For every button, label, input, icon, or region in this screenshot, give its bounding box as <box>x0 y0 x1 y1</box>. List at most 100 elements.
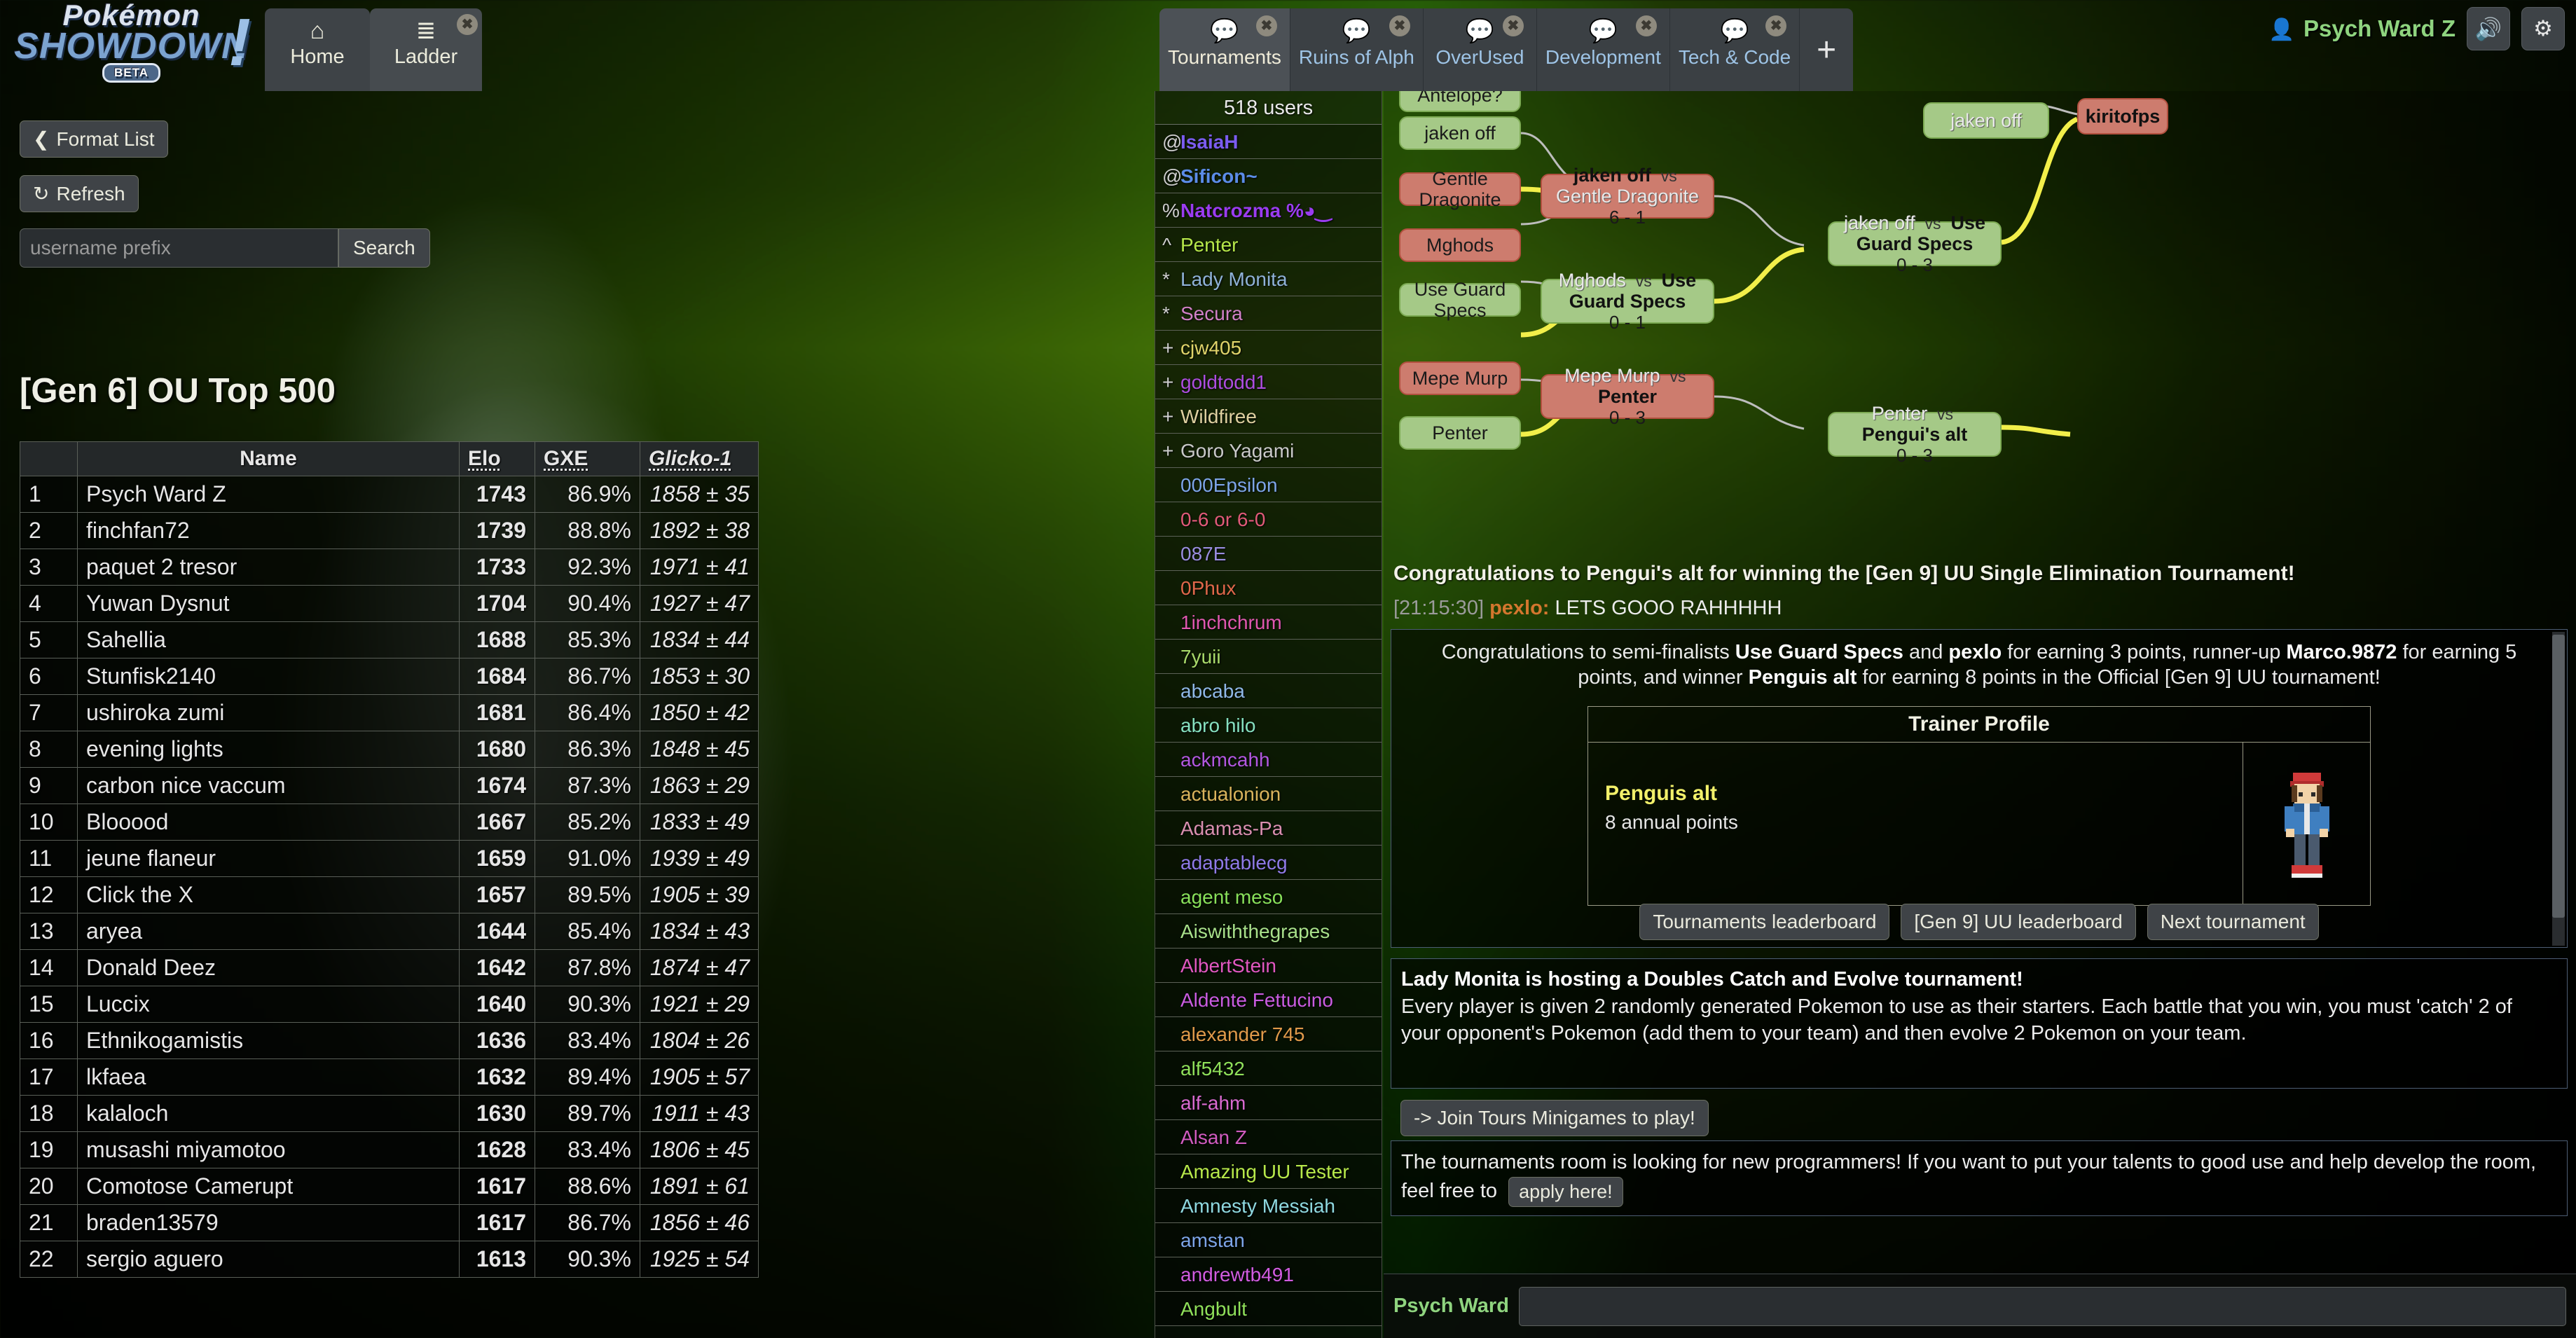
chat-input[interactable] <box>1519 1287 2566 1326</box>
cell-name[interactable]: lkfaea <box>78 1059 460 1096</box>
add-room-button[interactable]: + <box>1800 8 1853 91</box>
table-row[interactable]: 13aryea164485.4%1834 ± 43 <box>20 913 759 950</box>
table-row[interactable]: 11jeune flaneur165991.0%1939 ± 49 <box>20 841 759 877</box>
list-item[interactable]: AlbertStein <box>1155 949 1382 983</box>
close-icon[interactable]: ✖ <box>1636 15 1657 36</box>
list-item[interactable]: @IsaiaH <box>1155 125 1382 159</box>
tournaments-leaderboard-button[interactable]: Tournaments leaderboard <box>1639 904 1889 940</box>
list-item[interactable]: abcaba <box>1155 674 1382 708</box>
col-glicko[interactable]: Glicko-1 <box>640 442 759 476</box>
cell-name[interactable]: kalaloch <box>78 1096 460 1132</box>
list-item[interactable]: 087E <box>1155 537 1382 571</box>
list-item[interactable]: *Secura <box>1155 296 1382 331</box>
table-row[interactable]: 8evening lights168086.3%1848 ± 45 <box>20 731 759 768</box>
trainer-name[interactable]: Penguis alt <box>1605 782 2243 806</box>
cell-name[interactable]: evening lights <box>78 731 460 768</box>
table-row[interactable]: 1Psych Ward Z174386.9%1858 ± 35 <box>20 476 759 513</box>
close-icon[interactable]: ✖ <box>457 14 478 35</box>
list-item[interactable]: amstan <box>1155 1223 1382 1257</box>
list-item[interactable]: Aiswiththegrapes <box>1155 914 1382 949</box>
room-tab-development[interactable]: 💬 Development ✖ <box>1537 8 1670 91</box>
bracket-node[interactable]: Mepe Murp <box>1399 361 1521 395</box>
tournament-bracket[interactable]: Antelope? jaken off Gentle Dragonite Mgh… <box>1384 91 2576 560</box>
speaker-icon[interactable]: 🔊 <box>2467 7 2510 50</box>
table-row[interactable]: 2finchfan72173988.8%1892 ± 38 <box>20 513 759 549</box>
cell-name[interactable]: Blooood <box>78 804 460 841</box>
cell-name[interactable]: Stunfisk2140 <box>78 658 460 695</box>
list-item[interactable]: agent meso <box>1155 880 1382 914</box>
cell-name[interactable]: Psych Ward Z <box>78 476 460 513</box>
list-item[interactable]: +Goro Yagami <box>1155 434 1382 468</box>
cell-name[interactable]: Luccix <box>78 986 460 1023</box>
list-item[interactable]: ackmcahh <box>1155 743 1382 777</box>
list-item[interactable]: alf5432 <box>1155 1051 1382 1086</box>
table-row[interactable]: 5Sahellia168885.3%1834 ± 44 <box>20 622 759 658</box>
gear-icon[interactable]: ⚙ <box>2521 7 2565 50</box>
cell-name[interactable]: Yuwan Dysnut <box>78 586 460 622</box>
cell-name[interactable]: musashi miyamotoo <box>78 1132 460 1168</box>
cell-name[interactable]: Comotose Camerupt <box>78 1168 460 1205</box>
list-item[interactable]: Amnesty Messiah <box>1155 1189 1382 1223</box>
bracket-match[interactable]: Mepe Murp vs Penter 0 - 3 <box>1541 374 1714 419</box>
format-list-button[interactable]: ❮ Format List <box>20 120 168 158</box>
chat-nick[interactable]: pexlo: <box>1489 597 1549 619</box>
list-item[interactable]: 0-6 or 6-0 <box>1155 502 1382 537</box>
col-gxe[interactable]: GXE <box>535 442 640 476</box>
cell-name[interactable]: Donald Deez <box>78 950 460 986</box>
nav-tab-ladder[interactable]: ≣ Ladder ✖ <box>370 8 482 91</box>
list-item[interactable]: Aldente Fettucino <box>1155 983 1382 1017</box>
bracket-match[interactable]: jaken off vs Use Guard Specs 0 - 3 <box>1828 221 2002 266</box>
bracket-node[interactable]: Gentle Dragonite <box>1399 172 1521 206</box>
table-row[interactable]: 14Donald Deez164287.8%1874 ± 47 <box>20 950 759 986</box>
list-item[interactable]: +goldtodd1 <box>1155 365 1382 399</box>
list-item[interactable]: Adamas-Pa <box>1155 811 1382 846</box>
apply-here-button[interactable]: apply here! <box>1508 1177 1623 1207</box>
cell-name[interactable]: paquet 2 tresor <box>78 549 460 586</box>
table-row[interactable]: 10Blooood166785.2%1833 ± 49 <box>20 804 759 841</box>
list-item[interactable]: alexander 745 <box>1155 1017 1382 1051</box>
refresh-button[interactable]: ↻ Refresh <box>20 175 139 212</box>
room-tab-ruins-of-alph[interactable]: 💬 Ruins of Alph ✖ <box>1290 8 1424 91</box>
col-elo[interactable]: Elo <box>460 442 535 476</box>
list-item[interactable]: abro hilo <box>1155 708 1382 743</box>
list-item[interactable]: Amazing UU Tester <box>1155 1154 1382 1189</box>
cell-name[interactable]: aryea <box>78 913 460 950</box>
cell-name[interactable]: finchfan72 <box>78 513 460 549</box>
bracket-node[interactable]: jaken off <box>1923 102 2049 139</box>
cell-name[interactable]: ushiroka zumi <box>78 695 460 731</box>
table-row[interactable]: 22sergio aguero161390.3%1925 ± 54 <box>20 1241 759 1278</box>
bracket-node[interactable]: Mghods <box>1399 228 1521 262</box>
table-row[interactable]: 19musashi miyamotoo162883.4%1806 ± 45 <box>20 1132 759 1168</box>
table-row[interactable]: 9carbon nice vaccum167487.3%1863 ± 29 <box>20 768 759 804</box>
cell-name[interactable]: carbon nice vaccum <box>78 768 460 804</box>
list-item[interactable]: @Sificon~ <box>1155 159 1382 193</box>
table-row[interactable]: 21braden13579161786.7%1856 ± 46 <box>20 1205 759 1241</box>
list-item[interactable]: %Natcrozma %◕‿ <box>1155 193 1382 228</box>
list-item[interactable]: *Lady Monita <box>1155 262 1382 296</box>
room-tab-overused[interactable]: 💬 OverUsed ✖ <box>1424 8 1537 91</box>
table-row[interactable]: 16Ethnikogamistis163683.4%1804 ± 26 <box>20 1023 759 1059</box>
list-item[interactable]: alf-ahm <box>1155 1086 1382 1120</box>
table-row[interactable]: 17lkfaea163289.4%1905 ± 57 <box>20 1059 759 1096</box>
bracket-node[interactable]: kiritofps <box>2077 98 2168 135</box>
list-item[interactable]: adaptablecg <box>1155 846 1382 880</box>
list-item[interactable]: 1inchchrum <box>1155 605 1382 640</box>
cell-name[interactable]: sergio aguero <box>78 1241 460 1278</box>
gen9-uu-leaderboard-button[interactable]: [Gen 9] UU leaderboard <box>1901 904 2135 940</box>
list-item[interactable]: +Wildfiree <box>1155 399 1382 434</box>
nav-tab-home[interactable]: ⌂ Home <box>265 8 370 91</box>
user-list-panel[interactable]: 518 users @IsaiaH@Sificon~%Natcrozma %◕‿… <box>1155 91 1382 1338</box>
bracket-match[interactable]: Penter vs Pengui's alt 0 - 3 <box>1828 412 2002 457</box>
user-name-button[interactable]: 👤 Psych Ward Z <box>2268 15 2456 42</box>
list-item[interactable]: Angbult <box>1155 1292 1382 1326</box>
close-icon[interactable]: ✖ <box>1256 15 1277 36</box>
app-logo[interactable]: Pokémon SHOWDOWN BETA ! <box>7 3 256 78</box>
cell-name[interactable]: jeune flaneur <box>78 841 460 877</box>
search-button[interactable]: Search <box>338 228 430 268</box>
list-item[interactable]: andrewtb491 <box>1155 1257 1382 1292</box>
bracket-node[interactable]: Use Guard Specs <box>1399 283 1521 317</box>
table-row[interactable]: 6Stunfisk2140168486.7%1853 ± 30 <box>20 658 759 695</box>
cell-name[interactable]: Sahellia <box>78 622 460 658</box>
close-icon[interactable]: ✖ <box>1389 15 1410 36</box>
close-icon[interactable]: ✖ <box>1503 15 1524 36</box>
